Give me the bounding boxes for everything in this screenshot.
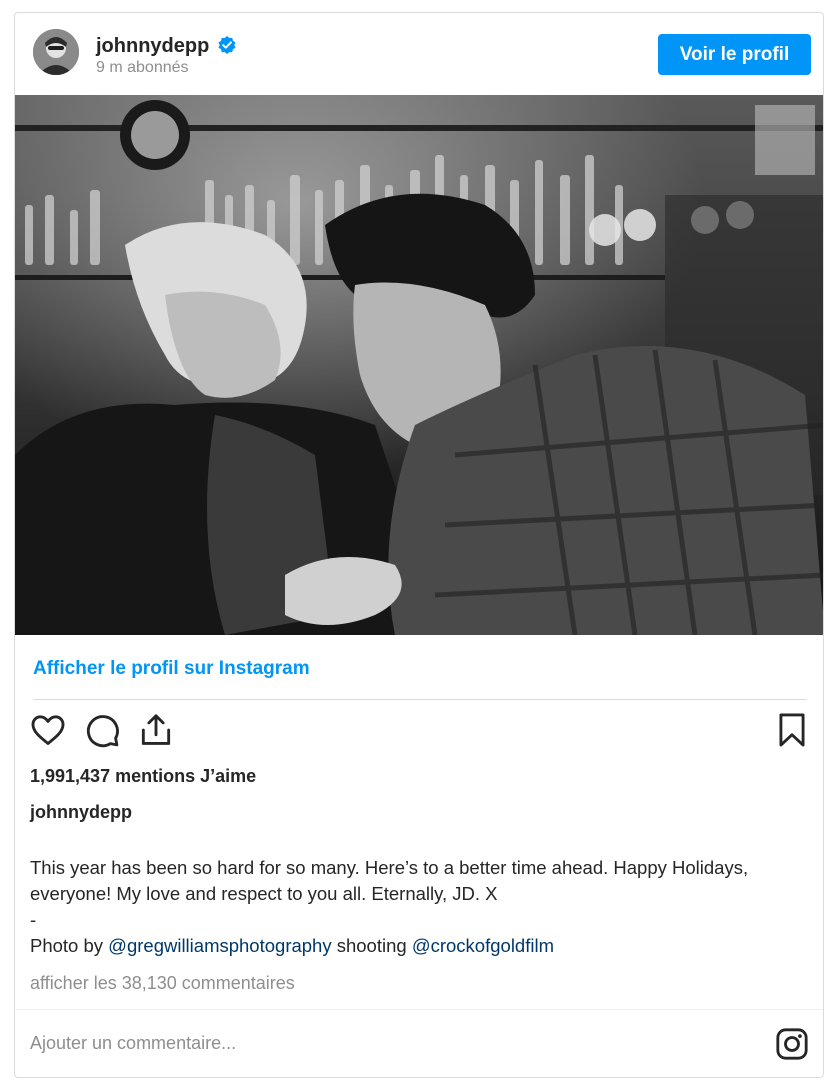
caption-shooting: shooting <box>331 935 412 956</box>
comment-icon[interactable] <box>83 711 123 751</box>
view-comments-link[interactable]: afficher les 38,130 commentaires <box>30 973 295 994</box>
bookmark-icon[interactable] <box>773 711 813 751</box>
instagram-embed-card: johnnydepp 9 m abonnés Voir le profil Af… <box>14 12 824 1078</box>
avatar[interactable] <box>33 29 79 75</box>
divider <box>33 699 807 700</box>
instagram-icon[interactable] <box>775 1027 809 1061</box>
caption-username[interactable]: johnnydepp <box>30 802 132 823</box>
mention-photographer-link[interactable]: @gregwilliamsphotography <box>108 935 331 956</box>
follower-count: 9 m abonnés <box>96 59 189 76</box>
post-photo[interactable] <box>15 95 823 635</box>
view-profile-button[interactable]: Voir le profil <box>658 34 811 75</box>
caption-photo-by: Photo by <box>30 935 109 956</box>
mention-film-link[interactable]: @crockofgoldfilm <box>412 935 554 956</box>
action-bar <box>15 711 823 755</box>
add-comment-input[interactable] <box>30 1033 730 1054</box>
view-profile-on-instagram-link[interactable]: Afficher le profil sur Instagram <box>33 658 310 680</box>
username[interactable]: johnnydepp <box>96 35 209 58</box>
avatar-image <box>33 29 79 75</box>
post-header: johnnydepp 9 m abonnés Voir le profil <box>15 13 823 95</box>
caption-credits: Photo by @gregwilliamsphotography shooti… <box>30 933 810 959</box>
caption-text: This year has been so hard for so many. … <box>30 857 749 904</box>
post-caption: This year has been so hard for so many. … <box>30 855 810 959</box>
bw-photo-two-men-at-bar <box>15 95 823 635</box>
divider <box>15 1009 823 1010</box>
verified-badge-icon <box>217 35 237 55</box>
heart-icon[interactable] <box>29 711 69 751</box>
caption-dash: - <box>30 909 37 930</box>
share-icon[interactable] <box>137 711 177 751</box>
like-count[interactable]: 1,991,437 mentions J’aime <box>30 766 256 787</box>
